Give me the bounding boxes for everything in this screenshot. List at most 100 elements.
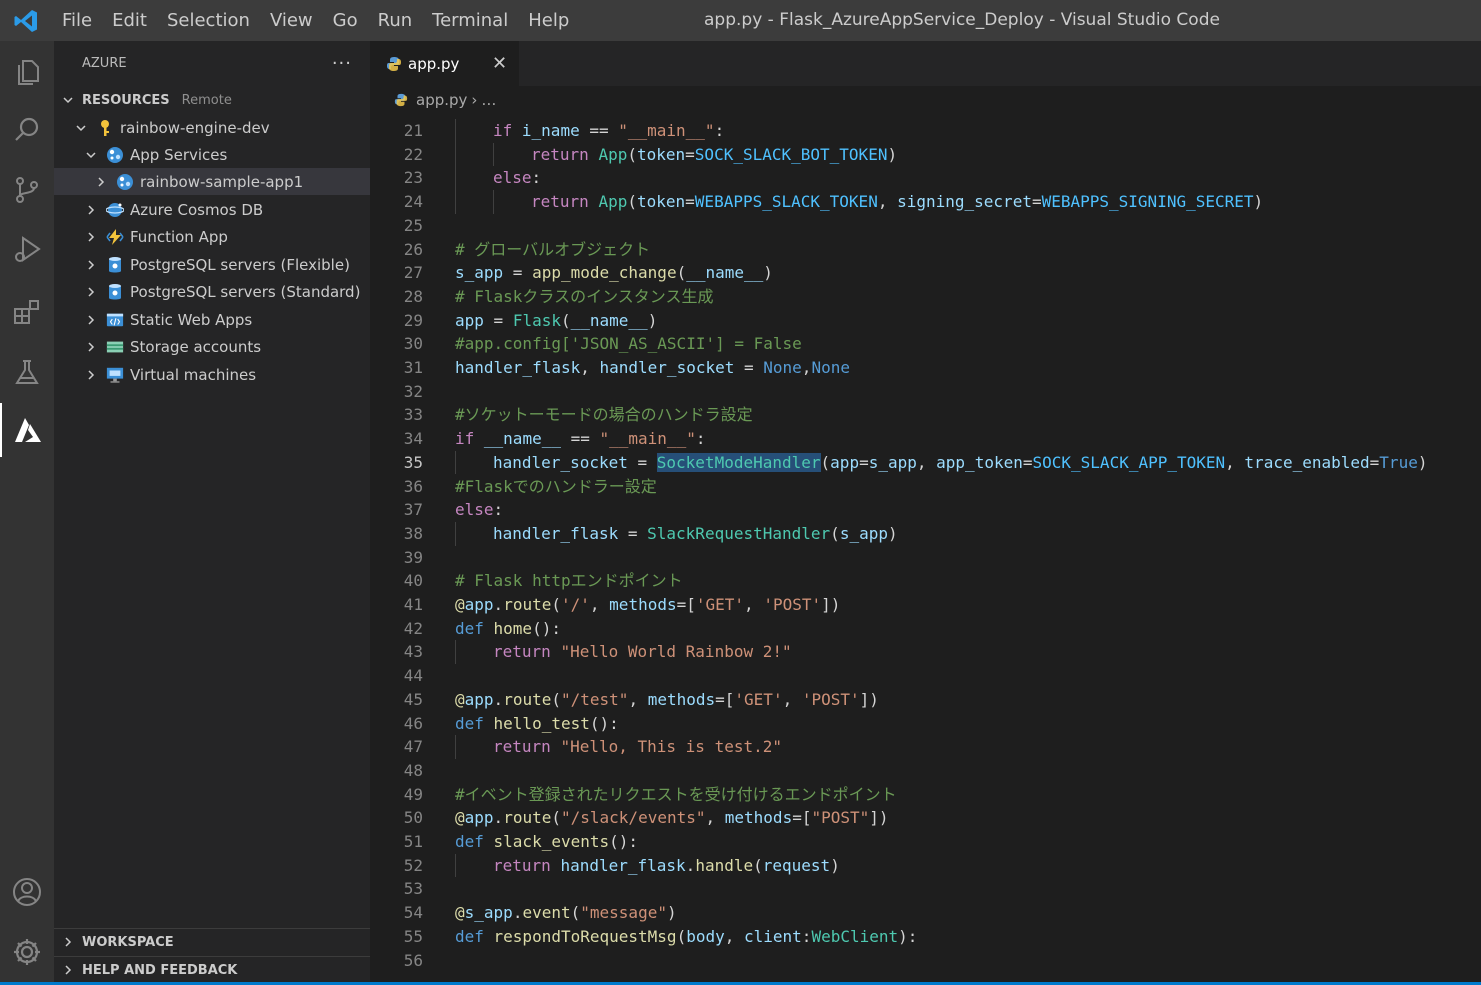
- testing-icon[interactable]: [0, 345, 54, 399]
- code-token: home: [493, 618, 533, 638]
- code-line[interactable]: 27 s_app = app_mode_change(__name__): [370, 261, 1481, 284]
- code-token: =: [1369, 452, 1380, 472]
- code-line[interactable]: 46 def hello_test():: [370, 712, 1481, 735]
- search-icon[interactable]: [0, 103, 54, 157]
- tree-item-cosmos-db[interactable]: Azure Cosmos DB: [54, 196, 370, 223]
- code-line[interactable]: 54 @s_app.event("message"): [370, 901, 1481, 924]
- code-token: =: [503, 263, 533, 283]
- code-line[interactable]: 32: [370, 380, 1481, 403]
- code-token: app: [455, 310, 484, 330]
- code-line[interactable]: 37 else:: [370, 498, 1481, 521]
- cosmos-db-icon: [106, 201, 124, 219]
- help-feedback-section-header[interactable]: HELP AND FEEDBACK: [54, 957, 370, 983]
- menu-selection[interactable]: Selection: [157, 0, 260, 41]
- code-line[interactable]: 51 def slack_events():: [370, 830, 1481, 853]
- code-line[interactable]: 52 return handler_flask.handle(request): [370, 853, 1481, 878]
- code-token: =: [1031, 192, 1042, 212]
- workspace-section-header[interactable]: WORKSPACE: [54, 929, 370, 955]
- explorer-icon[interactable]: [0, 45, 54, 99]
- tab-app-py[interactable]: app.py ✕: [370, 41, 519, 86]
- code-line[interactable]: 26 # グローバルオブジェクト: [370, 238, 1481, 261]
- code-line[interactable]: 42 def home():: [370, 617, 1481, 640]
- code-line[interactable]: 41 @app.route('/', methods=['GET', 'POST'…: [370, 593, 1481, 616]
- code-line[interactable]: 31 handler_flask, handler_socket = None,N…: [370, 356, 1481, 379]
- code-text: def home():: [455, 617, 561, 640]
- code-line[interactable]: 56: [370, 949, 1481, 972]
- code-editor[interactable]: 21 if i_name == "__main__": 22 return App(t…: [370, 114, 1481, 985]
- code-line[interactable]: 53: [370, 877, 1481, 900]
- resources-section-header[interactable]: RESOURCES Remote: [54, 87, 370, 113]
- breadcrumb-file[interactable]: app.py: [416, 91, 467, 109]
- code-line[interactable]: 55 def respondToRequestMsg(body, client:W…: [370, 925, 1481, 948]
- breadcrumb: app.py › …: [370, 86, 1481, 114]
- menu-help[interactable]: Help: [518, 0, 579, 41]
- code-line[interactable]: 39: [370, 546, 1481, 569]
- code-token: #app.config['JSON_AS_ASCII'] = False: [455, 334, 802, 354]
- code-token: methods: [724, 808, 793, 828]
- code-line[interactable]: 44: [370, 664, 1481, 687]
- code-line[interactable]: 36 #Flaskでのハンドラー設定: [370, 475, 1481, 498]
- tree-item-app[interactable]: rainbow-sample-app1: [54, 168, 370, 195]
- code-line[interactable]: 21 if i_name == "__main__":: [370, 119, 1481, 143]
- code-token: (: [676, 263, 687, 283]
- code-token: ): [666, 903, 677, 923]
- code-token: handle: [695, 855, 754, 875]
- accounts-icon[interactable]: [0, 865, 54, 919]
- menu-run[interactable]: Run: [368, 0, 423, 41]
- tree-item-app-services[interactable]: App Services: [54, 141, 370, 168]
- menu-file[interactable]: File: [52, 0, 102, 41]
- code-line[interactable]: 30 #app.config['JSON_AS_ASCII'] = False: [370, 332, 1481, 355]
- line-number: 50: [403, 808, 423, 828]
- code-line[interactable]: 40 # Flask httpエンドポイント: [370, 569, 1481, 592]
- menu-view[interactable]: View: [260, 0, 323, 41]
- code-line[interactable]: 35 handler_socket = SocketModeHandler(app…: [370, 450, 1481, 475]
- code-line[interactable]: 43 return "Hello World Rainbow 2!": [370, 640, 1481, 665]
- tree-item-postgres-flexible[interactable]: PostgreSQL servers (Flexible): [54, 251, 370, 278]
- code-line[interactable]: 50 @app.route("/slack/events", methods=["…: [370, 806, 1481, 829]
- manage-gear-icon[interactable]: [0, 925, 54, 979]
- run-debug-icon[interactable]: [0, 223, 54, 277]
- python-file-icon: [386, 56, 402, 72]
- code-line[interactable]: 25: [370, 214, 1481, 237]
- code-line[interactable]: 34 if __name__ == "__main__":: [370, 427, 1481, 450]
- more-actions-button[interactable]: ···: [332, 53, 352, 74]
- menu-go[interactable]: Go: [323, 0, 368, 41]
- code-line[interactable]: 29 app = Flask(__name__): [370, 309, 1481, 332]
- code-token: =[: [792, 808, 812, 828]
- code-line[interactable]: 38 handler_flask = SlackRequestHandler(s_…: [370, 521, 1481, 546]
- code-text: if i_name == "__main__":: [493, 119, 724, 142]
- storage-accounts-icon: [106, 338, 124, 356]
- menu-terminal[interactable]: Terminal: [422, 0, 518, 41]
- extensions-icon[interactable]: [0, 285, 54, 339]
- tree-item-subscription[interactable]: rainbow-engine-dev: [54, 114, 370, 141]
- tree-item-static-web-apps[interactable]: Static Web Apps: [54, 306, 370, 333]
- menu-edit[interactable]: Edit: [102, 0, 157, 41]
- source-control-icon[interactable]: [0, 163, 54, 217]
- code-line[interactable]: 49 #イベント登録されたリクエストを受け付けるエンドポイント: [370, 783, 1481, 806]
- tree-item-postgres-standard[interactable]: PostgreSQL servers (Standard): [54, 278, 370, 305]
- indent-guide: [455, 142, 456, 167]
- title-bar: File Edit Selection View Go Run Terminal…: [0, 0, 1481, 41]
- close-icon[interactable]: ✕: [492, 53, 507, 74]
- code-line[interactable]: 48: [370, 759, 1481, 782]
- code-token: else: [493, 168, 532, 188]
- code-line[interactable]: 45 @app.route("/test", methods=['GET', 'P…: [370, 688, 1481, 711]
- breadcrumb-symbols[interactable]: …: [481, 91, 496, 109]
- tree-item-storage-accounts[interactable]: Storage accounts: [54, 333, 370, 360]
- code-text: handler_flask, handler_socket = None,Non…: [455, 356, 850, 379]
- code-line[interactable]: 23 else:: [370, 166, 1481, 191]
- azure-icon[interactable]: [0, 403, 54, 457]
- code-line[interactable]: 28 # Flaskクラスのインスタンス生成: [370, 285, 1481, 308]
- code-line[interactable]: 47 return "Hello, This is test.2": [370, 735, 1481, 759]
- tree-item-function-app[interactable]: Function App: [54, 223, 370, 250]
- line-number: 28: [403, 286, 423, 306]
- code-line[interactable]: 33 #ソケットーモードの場合のハンドラ設定: [370, 403, 1481, 426]
- code-line[interactable]: 24 return App(token=WEBAPPS_SLACK_TOKEN, …: [370, 190, 1481, 214]
- window-title: app.py - Flask_AzureAppService_Deploy - …: [704, 10, 1220, 30]
- code-token: ): [1417, 452, 1428, 472]
- code-line[interactable]: 22 return App(token=SOCK_SLACK_BOT_TOKEN): [370, 142, 1481, 167]
- code-token: signing_secret: [897, 192, 1032, 212]
- code-token: =: [685, 144, 695, 164]
- tree-item-virtual-machines[interactable]: Virtual machines: [54, 361, 370, 388]
- chevron-right-icon: [54, 964, 82, 976]
